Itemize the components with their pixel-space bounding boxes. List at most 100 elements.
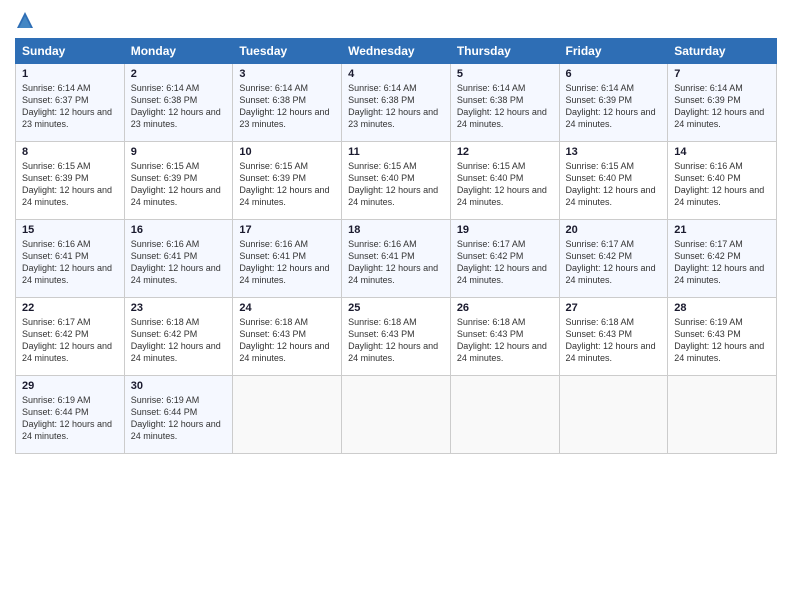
- calendar-cell: 16 Sunrise: 6:16 AMSunset: 6:41 PMDayligh…: [124, 220, 233, 298]
- logo: [15, 10, 39, 30]
- day-detail: Sunrise: 6:15 AMSunset: 6:39 PMDaylight:…: [239, 160, 335, 209]
- header-day: Thursday: [450, 39, 559, 64]
- calendar-header: SundayMondayTuesdayWednesdayThursdayFrid…: [16, 39, 777, 64]
- day-detail: Sunrise: 6:17 AMSunset: 6:42 PMDaylight:…: [566, 238, 662, 287]
- day-number: 24: [239, 302, 335, 314]
- calendar-cell: 20 Sunrise: 6:17 AMSunset: 6:42 PMDayligh…: [559, 220, 668, 298]
- day-detail: Sunrise: 6:16 AMSunset: 6:41 PMDaylight:…: [239, 238, 335, 287]
- calendar-cell: 19 Sunrise: 6:17 AMSunset: 6:42 PMDayligh…: [450, 220, 559, 298]
- calendar-cell: 1Sunrise: 6:14 AMSunset: 6:37 PMDaylight…: [16, 64, 125, 142]
- calendar-cell: 11 Sunrise: 6:15 AMSunset: 6:40 PMDayligh…: [342, 142, 451, 220]
- calendar-cell: [342, 376, 451, 454]
- calendar-cell: 6 Sunrise: 6:14 AMSunset: 6:39 PMDaylight…: [559, 64, 668, 142]
- calendar-cell: 30Sunrise: 6:19 AMSunset: 6:44 PMDayligh…: [124, 376, 233, 454]
- day-detail: Sunrise: 6:14 AMSunset: 6:38 PMDaylight:…: [348, 82, 444, 131]
- day-detail: Sunrise: 6:16 AMSunset: 6:41 PMDaylight:…: [348, 238, 444, 287]
- day-number: 20: [566, 224, 662, 236]
- calendar-cell: 15 Sunrise: 6:16 AMSunset: 6:41 PMDayligh…: [16, 220, 125, 298]
- day-detail: Sunrise: 6:16 AMSunset: 6:41 PMDaylight:…: [131, 238, 227, 287]
- day-number: 21: [674, 224, 770, 236]
- calendar-cell: 5 Sunrise: 6:14 AMSunset: 6:38 PMDaylight…: [450, 64, 559, 142]
- day-detail: Sunrise: 6:16 AMSunset: 6:40 PMDaylight:…: [674, 160, 770, 209]
- day-detail: Sunrise: 6:14 AMSunset: 6:37 PMDaylight:…: [22, 82, 118, 131]
- calendar-cell: 23 Sunrise: 6:18 AMSunset: 6:42 PMDayligh…: [124, 298, 233, 376]
- calendar-cell: 10Sunrise: 6:15 AMSunset: 6:39 PMDayligh…: [233, 142, 342, 220]
- calendar-cell: 27Sunrise: 6:18 AMSunset: 6:43 PMDayligh…: [559, 298, 668, 376]
- day-number: 14: [674, 146, 770, 158]
- day-detail: Sunrise: 6:18 AMSunset: 6:43 PMDaylight:…: [239, 316, 335, 365]
- calendar-cell: 22 Sunrise: 6:17 AMSunset: 6:42 PMDayligh…: [16, 298, 125, 376]
- day-detail: Sunrise: 6:17 AMSunset: 6:42 PMDaylight:…: [457, 238, 553, 287]
- day-number: 3: [239, 68, 335, 80]
- calendar-week-row: 29 Sunrise: 6:19 AMSunset: 6:44 PMDayligh…: [16, 376, 777, 454]
- calendar-cell: 13 Sunrise: 6:15 AMSunset: 6:40 PMDayligh…: [559, 142, 668, 220]
- day-number: 17: [239, 224, 335, 236]
- calendar-cell: 12 Sunrise: 6:15 AMSunset: 6:40 PMDayligh…: [450, 142, 559, 220]
- header-row: SundayMondayTuesdayWednesdayThursdayFrid…: [16, 39, 777, 64]
- day-number: 4: [348, 68, 444, 80]
- calendar-cell: 14 Sunrise: 6:16 AMSunset: 6:40 PMDayligh…: [668, 142, 777, 220]
- day-detail: Sunrise: 6:14 AMSunset: 6:38 PMDaylight:…: [131, 82, 227, 131]
- header-day: Saturday: [668, 39, 777, 64]
- day-number: 26: [457, 302, 553, 314]
- logo-icon: [15, 10, 35, 30]
- day-number: 22: [22, 302, 118, 314]
- day-detail: Sunrise: 6:15 AMSunset: 6:39 PMDaylight:…: [131, 160, 227, 209]
- day-detail: Sunrise: 6:19 AMSunset: 6:44 PMDaylight:…: [22, 394, 118, 443]
- header-day: Sunday: [16, 39, 125, 64]
- calendar-cell: [668, 376, 777, 454]
- calendar-week-row: 22 Sunrise: 6:17 AMSunset: 6:42 PMDayligh…: [16, 298, 777, 376]
- day-number: 19: [457, 224, 553, 236]
- day-detail: Sunrise: 6:16 AMSunset: 6:41 PMDaylight:…: [22, 238, 118, 287]
- calendar-cell: 4 Sunrise: 6:14 AMSunset: 6:38 PMDaylight…: [342, 64, 451, 142]
- page: SundayMondayTuesdayWednesdayThursdayFrid…: [0, 0, 792, 612]
- day-detail: Sunrise: 6:15 AMSunset: 6:39 PMDaylight:…: [22, 160, 118, 209]
- calendar-cell: 25Sunrise: 6:18 AMSunset: 6:43 PMDayligh…: [342, 298, 451, 376]
- calendar-body: 1Sunrise: 6:14 AMSunset: 6:37 PMDaylight…: [16, 64, 777, 454]
- header-day: Friday: [559, 39, 668, 64]
- calendar-cell: 3Sunrise: 6:14 AMSunset: 6:38 PMDaylight…: [233, 64, 342, 142]
- calendar-cell: 21 Sunrise: 6:17 AMSunset: 6:42 PMDayligh…: [668, 220, 777, 298]
- day-number: 6: [566, 68, 662, 80]
- calendar-cell: 7 Sunrise: 6:14 AMSunset: 6:39 PMDaylight…: [668, 64, 777, 142]
- day-number: 13: [566, 146, 662, 158]
- calendar-cell: 26 Sunrise: 6:18 AMSunset: 6:43 PMDayligh…: [450, 298, 559, 376]
- day-detail: Sunrise: 6:17 AMSunset: 6:42 PMDaylight:…: [22, 316, 118, 365]
- day-number: 7: [674, 68, 770, 80]
- day-number: 8: [22, 146, 118, 158]
- calendar-table: SundayMondayTuesdayWednesdayThursdayFrid…: [15, 38, 777, 454]
- day-detail: Sunrise: 6:14 AMSunset: 6:38 PMDaylight:…: [457, 82, 553, 131]
- day-number: 11: [348, 146, 444, 158]
- day-detail: Sunrise: 6:15 AMSunset: 6:40 PMDaylight:…: [348, 160, 444, 209]
- calendar-cell: 2Sunrise: 6:14 AMSunset: 6:38 PMDaylight…: [124, 64, 233, 142]
- calendar-cell: [450, 376, 559, 454]
- header-day: Tuesday: [233, 39, 342, 64]
- day-detail: Sunrise: 6:18 AMSunset: 6:43 PMDaylight:…: [457, 316, 553, 365]
- calendar-cell: 28Sunrise: 6:19 AMSunset: 6:43 PMDayligh…: [668, 298, 777, 376]
- day-detail: Sunrise: 6:14 AMSunset: 6:39 PMDaylight:…: [674, 82, 770, 131]
- day-detail: Sunrise: 6:18 AMSunset: 6:42 PMDaylight:…: [131, 316, 227, 365]
- calendar-cell: 24 Sunrise: 6:18 AMSunset: 6:43 PMDayligh…: [233, 298, 342, 376]
- day-number: 12: [457, 146, 553, 158]
- day-number: 5: [457, 68, 553, 80]
- day-number: 29: [22, 380, 118, 392]
- day-detail: Sunrise: 6:15 AMSunset: 6:40 PMDaylight:…: [566, 160, 662, 209]
- calendar-week-row: 8 Sunrise: 6:15 AMSunset: 6:39 PMDaylight…: [16, 142, 777, 220]
- day-number: 30: [131, 380, 227, 392]
- day-number: 16: [131, 224, 227, 236]
- calendar-cell: [559, 376, 668, 454]
- header-day: Monday: [124, 39, 233, 64]
- day-number: 23: [131, 302, 227, 314]
- day-detail: Sunrise: 6:14 AMSunset: 6:39 PMDaylight:…: [566, 82, 662, 131]
- calendar-cell: 9Sunrise: 6:15 AMSunset: 6:39 PMDaylight…: [124, 142, 233, 220]
- calendar-cell: 29 Sunrise: 6:19 AMSunset: 6:44 PMDayligh…: [16, 376, 125, 454]
- calendar-cell: 17 Sunrise: 6:16 AMSunset: 6:41 PMDayligh…: [233, 220, 342, 298]
- day-detail: Sunrise: 6:15 AMSunset: 6:40 PMDaylight:…: [457, 160, 553, 209]
- day-number: 27: [566, 302, 662, 314]
- day-detail: Sunrise: 6:18 AMSunset: 6:43 PMDaylight:…: [348, 316, 444, 365]
- day-detail: Sunrise: 6:19 AMSunset: 6:43 PMDaylight:…: [674, 316, 770, 365]
- header-day: Wednesday: [342, 39, 451, 64]
- day-detail: Sunrise: 6:17 AMSunset: 6:42 PMDaylight:…: [674, 238, 770, 287]
- calendar-cell: [233, 376, 342, 454]
- day-number: 15: [22, 224, 118, 236]
